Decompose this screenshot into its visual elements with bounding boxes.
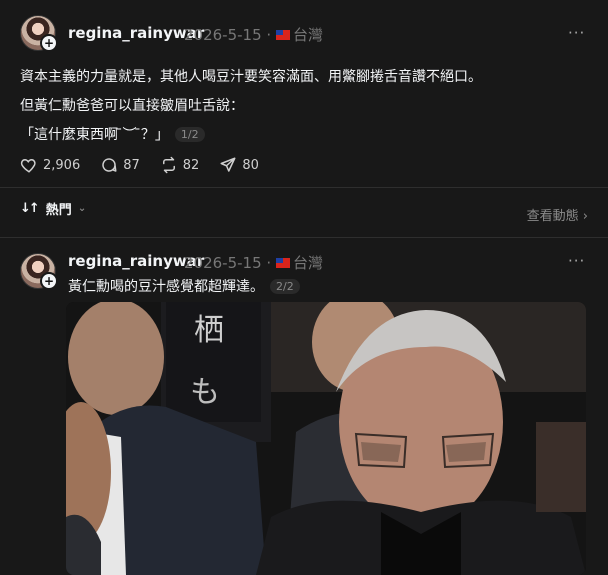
sort-dropdown[interactable]: ↓↑ 熱門 ⌄	[20, 199, 86, 218]
share-count: 80	[242, 157, 259, 173]
more-options-icon[interactable]: ···	[568, 24, 585, 42]
comment-icon	[102, 158, 117, 172]
post-location: 台灣	[292, 254, 323, 272]
post-date: 2026-5-15	[184, 26, 262, 44]
page-indicator: 1/2	[174, 127, 205, 142]
follow-plus-icon[interactable]: +	[40, 34, 58, 52]
sort-label: 熱門	[45, 203, 72, 218]
heart-icon	[20, 158, 36, 173]
svg-text:も: も	[190, 375, 220, 410]
post-text-line-2: 但黃仁勳爸爸可以直接皺眉吐舌說：	[20, 98, 244, 114]
reply-button[interactable]: 87	[100, 156, 140, 174]
post-meta: 2026-5-15 · 台灣	[184, 26, 323, 44]
photo-image: 栖 も	[66, 302, 586, 575]
share-icon	[220, 157, 236, 172]
share-button[interactable]: 80	[219, 156, 259, 174]
post-text-line-3-content: 「這什麼東西啊 ̄︶ ̄？」	[20, 127, 169, 143]
follow-plus-icon[interactable]: +	[40, 272, 58, 290]
like-count: 2,906	[43, 157, 81, 173]
reply-count: 87	[123, 157, 140, 173]
repost-icon	[162, 156, 175, 174]
like-button[interactable]: 2,906	[20, 156, 80, 174]
view-activity-link[interactable]: 查看動態 ›	[527, 205, 588, 224]
post-1: + regina_rainywar 2026-5-15 · 台灣 ··· 資本主…	[0, 0, 608, 187]
post-text-line-3: 「這什麼東西啊 ̄︶ ̄？」 1/2	[20, 124, 205, 144]
repost-button[interactable]: 82	[160, 156, 200, 174]
taiwan-flag-icon	[275, 30, 290, 40]
post-location: 台灣	[292, 26, 323, 44]
post-actions: 2,906 87 82 80	[20, 156, 279, 174]
repost-count: 82	[182, 157, 200, 173]
more-options-icon[interactable]: ···	[568, 252, 585, 270]
taiwan-flag-icon	[275, 258, 290, 268]
post-text-content: 黃仁勳喝的豆汁感覺都超輝達。	[68, 279, 264, 295]
svg-text:栖: 栖	[194, 313, 224, 348]
page-indicator: 2/2	[270, 279, 300, 294]
chevron-down-icon: ⌄	[77, 203, 87, 214]
post-text-line-1: 黃仁勳喝的豆汁感覺都超輝達。 2/2	[68, 276, 300, 296]
post-photo[interactable]: 栖 も	[66, 302, 586, 575]
post-meta: 2026-5-15 · 台灣	[184, 254, 323, 272]
sort-icon: ↓↑	[20, 201, 40, 216]
divider	[0, 187, 608, 188]
post-date: 2026-5-15	[184, 254, 262, 272]
post-text-line-1: 資本主義的力量就是，其他人喝豆汁要笑容滿面、用鱉腳捲舌音讚不絕口。	[20, 69, 482, 85]
